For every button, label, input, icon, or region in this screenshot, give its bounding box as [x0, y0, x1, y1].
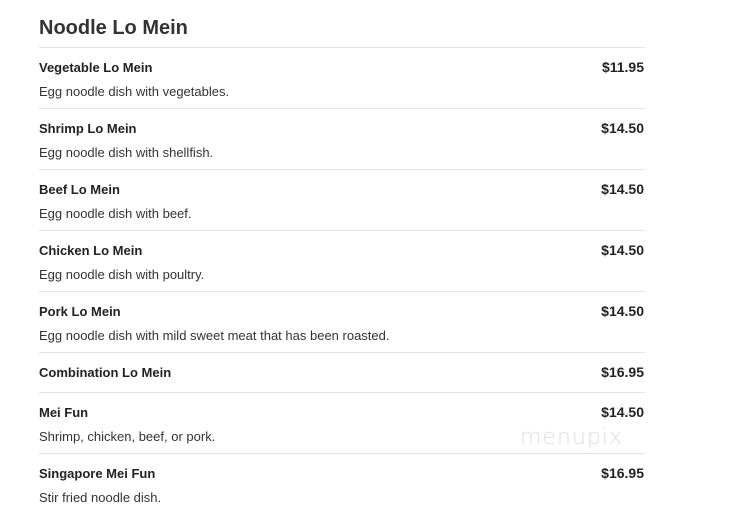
menu-item-description: Egg noodle dish with shellfish.	[39, 145, 214, 160]
menu-item-name: Beef Lo Mein	[39, 182, 120, 197]
menu-item-row: Vegetable Lo Mein $11.95	[39, 59, 645, 75]
menu-item[interactable]: Singapore Mei Fun $16.95 Stir fried nood…	[39, 454, 645, 515]
menu-item-row: Beef Lo Mein $14.50	[39, 181, 645, 197]
menu-item-price: $16.95	[601, 364, 644, 380]
menu-item[interactable]: Vegetable Lo Mein $11.95 Egg noodle dish…	[39, 48, 645, 109]
menu-item-row: Singapore Mei Fun $16.95	[39, 465, 645, 481]
menu-item[interactable]: Shrimp Lo Mein $14.50 Egg noodle dish wi…	[39, 109, 645, 170]
menu-item[interactable]: Pork Lo Mein $14.50 Egg noodle dish with…	[39, 292, 645, 353]
menu-item-name: Vegetable Lo Mein	[39, 60, 153, 75]
menu-item-description: Stir fried noodle dish.	[39, 490, 162, 505]
menu-item-name: Mei Fun	[39, 405, 89, 420]
menu-item-row: Pork Lo Mein $14.50	[39, 303, 645, 319]
menu-item-row: Mei Fun $14.50	[39, 404, 645, 420]
menu-item-name: Combination Lo Mein	[39, 365, 172, 380]
menu-item-name: Pork Lo Mein	[39, 304, 121, 319]
watermark-logo: menupix	[520, 425, 623, 450]
menu-item-description: Egg noodle dish with vegetables.	[39, 84, 230, 99]
menu-item-price: $14.50	[601, 404, 644, 420]
menu-item[interactable]: Chicken Lo Mein $14.50 Egg noodle dish w…	[39, 231, 645, 292]
menu-item-price: $14.50	[601, 120, 644, 136]
menu-item-description: Egg noodle dish with beef.	[39, 206, 192, 221]
menu-item-name: Shrimp Lo Mein	[39, 121, 137, 136]
menu-item-row: Shrimp Lo Mein $14.50	[39, 120, 645, 136]
menu-item-price: $14.50	[601, 303, 644, 319]
menu-item[interactable]: Beef Lo Mein $14.50 Egg noodle dish with…	[39, 170, 645, 231]
menu-item-price: $14.50	[601, 242, 644, 258]
menu-item[interactable]: Combination Lo Mein $16.95	[39, 353, 645, 393]
section-title: Noodle Lo Mein	[39, 14, 645, 48]
menu-item-description: Egg noodle dish with mild sweet meat tha…	[39, 328, 390, 343]
menu-item-price: $16.95	[601, 465, 644, 481]
menu-item-row: Chicken Lo Mein $14.50	[39, 242, 645, 258]
menu-item-name: Chicken Lo Mein	[39, 243, 143, 258]
menu-item-name: Singapore Mei Fun	[39, 466, 156, 481]
menu-item-price: $14.50	[601, 181, 644, 197]
menu-item-row: Combination Lo Mein $16.95	[39, 364, 645, 380]
menu-item-description: Egg noodle dish with poultry.	[39, 267, 205, 282]
menu-item-price: $11.95	[601, 59, 644, 75]
